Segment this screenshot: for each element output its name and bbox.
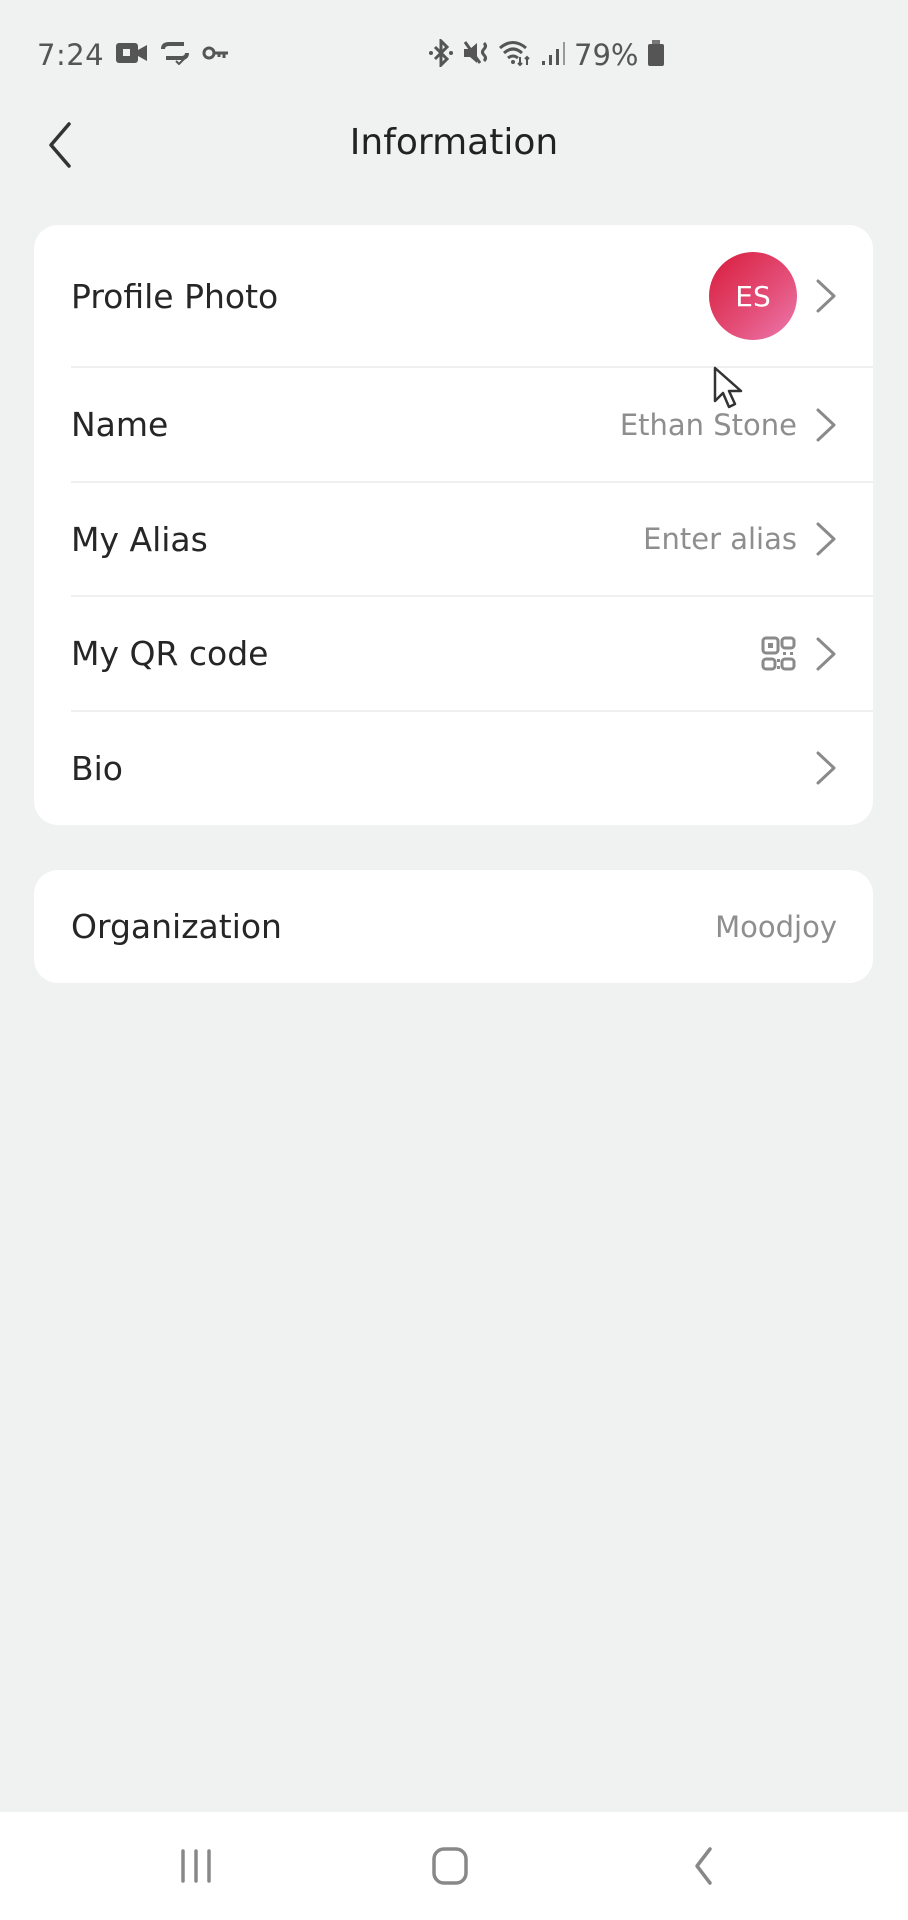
recent-apps-icon	[181, 1849, 211, 1883]
qr-code-label: My QR code	[71, 634, 269, 673]
chevron-right-icon	[816, 408, 836, 441]
video-camera-icon	[116, 41, 148, 69]
alias-row[interactable]: My Alias Enter alias	[34, 482, 873, 596]
mute-vibrate-icon	[462, 39, 490, 71]
avatar-initials: ES	[735, 279, 771, 313]
system-back-button[interactable]	[644, 1812, 764, 1920]
status-time: 7:24	[37, 38, 105, 72]
name-row[interactable]: Name Ethan Stone	[34, 367, 873, 482]
avatar[interactable]: ES	[709, 252, 797, 340]
sync-check-icon	[160, 41, 190, 69]
profile-photo-row[interactable]: Profile Photo ES	[34, 225, 873, 367]
organization-card: Organization Moodjoy	[34, 870, 873, 983]
chevron-right-icon	[816, 637, 836, 670]
home-icon	[432, 1847, 468, 1885]
name-label: Name	[71, 405, 169, 444]
chevron-right-icon	[816, 279, 836, 313]
chevron-right-icon	[816, 751, 836, 785]
vpn-key-icon	[202, 43, 230, 67]
profile-photo-label: Profile Photo	[71, 276, 279, 316]
page-title: Information	[349, 122, 559, 163]
recent-apps-button[interactable]	[136, 1812, 256, 1920]
alias-placeholder: Enter alias	[643, 522, 797, 556]
system-nav-bar	[0, 1812, 908, 1920]
status-bar: 7:24 79%	[0, 0, 908, 110]
wifi-data-icon	[498, 39, 532, 71]
status-right: 79%	[428, 37, 666, 72]
organization-value: Moodjoy	[715, 909, 837, 944]
home-button[interactable]	[390, 1812, 510, 1920]
profile-info-card: Profile Photo ES Name Ethan Stone My Ali…	[34, 225, 873, 825]
status-left: 7:24	[37, 38, 230, 72]
bio-row[interactable]: Bio	[34, 711, 873, 825]
app-header: Information	[0, 110, 908, 220]
organization-row: Organization Moodjoy	[34, 870, 873, 983]
organization-label: Organization	[71, 907, 282, 946]
qr-code-icon	[761, 636, 796, 670]
qr-code-row[interactable]: My QR code	[34, 596, 873, 711]
battery-icon	[646, 39, 666, 71]
battery-percent: 79%	[574, 38, 639, 72]
name-value: Ethan Stone	[619, 407, 797, 442]
chevron-right-icon	[816, 522, 836, 556]
alias-label: My Alias	[71, 519, 208, 559]
signal-icon	[540, 39, 566, 71]
bluetooth-icon	[428, 37, 454, 71]
bio-label: Bio	[71, 748, 123, 788]
mouse-cursor-icon	[713, 366, 743, 409]
back-icon	[695, 1847, 712, 1885]
